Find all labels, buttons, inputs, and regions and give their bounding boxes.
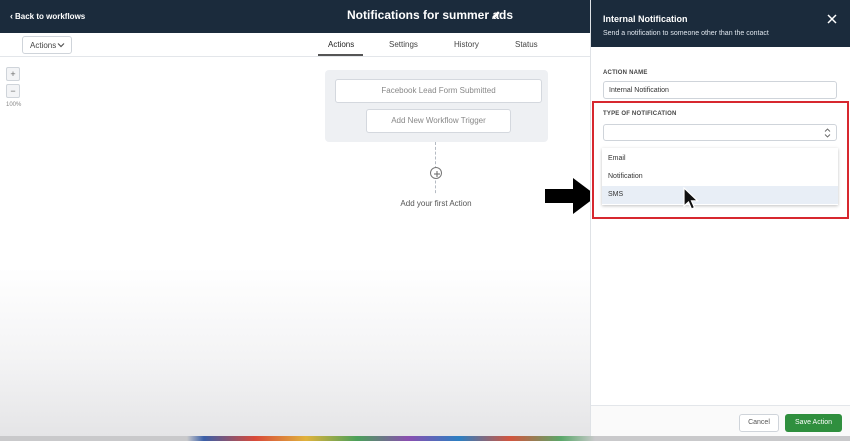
chevron-down-icon xyxy=(57,43,65,48)
close-icon[interactable] xyxy=(827,14,837,24)
tab-status[interactable]: Status xyxy=(515,40,538,49)
panel-subtitle: Send a notification to someone other tha… xyxy=(603,30,769,37)
zoom-level: 100% xyxy=(6,102,22,108)
option-email[interactable]: Email xyxy=(602,150,838,168)
mouse-pointer-icon xyxy=(683,187,699,210)
zoom-out-button[interactable]: − xyxy=(6,84,20,98)
action-name-label: ACTION NAME xyxy=(603,70,648,76)
add-first-action-button[interactable]: Add your first Action xyxy=(392,194,480,214)
tab-actions[interactable]: Actions xyxy=(328,40,354,49)
panel-title: Internal Notification xyxy=(603,14,688,24)
tab-history[interactable]: History xyxy=(454,40,479,49)
actions-dropdown-label: Actions xyxy=(30,41,57,50)
back-label: Back to workflows xyxy=(15,12,86,21)
notification-type-select[interactable] xyxy=(603,124,837,141)
tab-settings[interactable]: Settings xyxy=(389,40,418,49)
plus-icon xyxy=(434,171,440,177)
notification-type-options: Email Notification SMS xyxy=(602,148,838,205)
add-step-button[interactable] xyxy=(430,167,442,179)
pencil-icon[interactable] xyxy=(491,10,501,20)
option-sms[interactable]: SMS xyxy=(602,186,838,204)
panel-header: Internal Notification Send a notificatio… xyxy=(591,0,850,47)
active-tab-indicator xyxy=(318,54,363,56)
cancel-button[interactable]: Cancel xyxy=(739,414,779,432)
actions-dropdown[interactable]: Actions xyxy=(22,36,72,54)
chevron-updown-icon xyxy=(824,128,831,138)
save-action-button[interactable]: Save Action xyxy=(785,414,842,432)
trigger-card: Facebook Lead Form Submitted Add New Wor… xyxy=(325,70,548,142)
type-of-notification-label: TYPE OF NOTIFICATION xyxy=(603,111,677,117)
action-side-panel: Internal Notification Send a notificatio… xyxy=(590,0,850,441)
action-name-input[interactable]: Internal Notification xyxy=(603,81,837,99)
back-to-workflows-link[interactable]: ‹ Back to workflows xyxy=(10,11,85,21)
option-notification[interactable]: Notification xyxy=(602,168,838,186)
add-workflow-trigger-button[interactable]: Add New Workflow Trigger xyxy=(366,109,511,133)
trigger-facebook-lead-form[interactable]: Facebook Lead Form Submitted xyxy=(335,79,542,103)
chevron-left-icon: ‹ xyxy=(10,11,13,21)
zoom-in-button[interactable]: + xyxy=(6,67,20,81)
workflow-toolbar: Actions Actions Settings History Status xyxy=(0,33,590,57)
bottom-color-strip xyxy=(0,436,850,441)
workflow-title: Notifications for summer ads xyxy=(347,8,514,22)
workflow-header: ‹ Back to workflows Notifications for sum… xyxy=(0,0,590,33)
